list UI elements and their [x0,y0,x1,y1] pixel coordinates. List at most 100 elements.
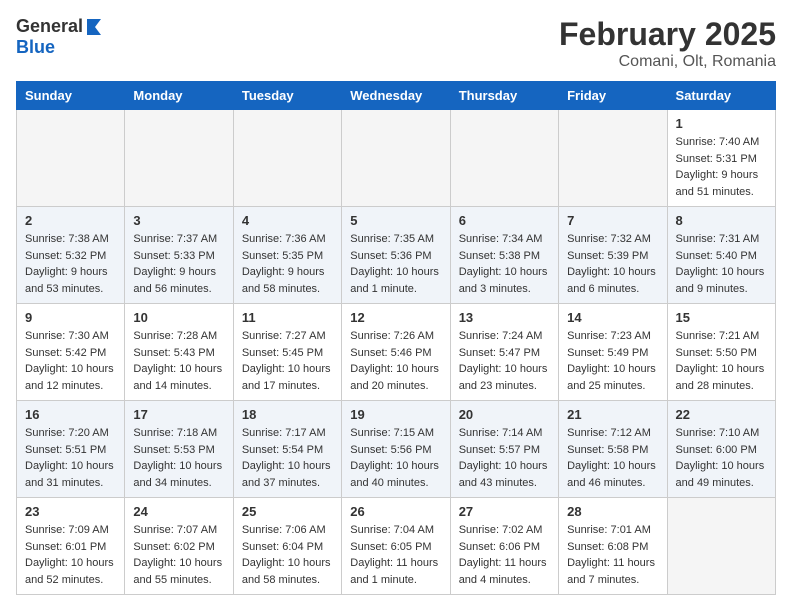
day-number: 10 [133,310,224,325]
calendar-week-3: 9 Sunrise: 7:30 AM Sunset: 5:42 PM Daylig… [17,304,776,401]
calendar-header-saturday: Saturday [667,82,775,110]
calendar-cell: 25 Sunrise: 7:06 AM Sunset: 6:04 PM Dayli… [233,498,341,595]
day-number: 1 [676,116,767,131]
day-info: Sunrise: 7:28 AM Sunset: 5:43 PM Dayligh… [133,328,224,394]
calendar-cell: 3 Sunrise: 7:37 AM Sunset: 5:33 PM Daylig… [125,207,233,304]
day-number: 9 [25,310,116,325]
day-number: 24 [133,504,224,519]
day-info: Sunrise: 7:01 AM Sunset: 6:08 PM Dayligh… [567,522,658,588]
calendar-cell: 23 Sunrise: 7:09 AM Sunset: 6:01 PM Dayli… [17,498,125,595]
calendar-cell: 22 Sunrise: 7:10 AM Sunset: 6:00 PM Dayli… [667,401,775,498]
day-info: Sunrise: 7:26 AM Sunset: 5:46 PM Dayligh… [350,328,441,394]
calendar-cell: 26 Sunrise: 7:04 AM Sunset: 6:05 PM Dayli… [342,498,450,595]
calendar-cell [233,110,341,207]
day-info: Sunrise: 7:37 AM Sunset: 5:33 PM Dayligh… [133,231,224,297]
calendar-cell: 8 Sunrise: 7:31 AM Sunset: 5:40 PM Daylig… [667,207,775,304]
day-number: 6 [459,213,550,228]
calendar-week-2: 2Sunrise: 7:38 AM Sunset: 5:32 PM Daylig… [17,207,776,304]
calendar-cell [559,110,667,207]
calendar-cell: 2Sunrise: 7:38 AM Sunset: 5:32 PM Daylig… [17,207,125,304]
logo: General Blue [16,16,103,58]
day-info: Sunrise: 7:18 AM Sunset: 5:53 PM Dayligh… [133,425,224,491]
day-info: Sunrise: 7:27 AM Sunset: 5:45 PM Dayligh… [242,328,333,394]
day-info: Sunrise: 7:17 AM Sunset: 5:54 PM Dayligh… [242,425,333,491]
day-number: 22 [676,407,767,422]
day-info: Sunrise: 7:32 AM Sunset: 5:39 PM Dayligh… [567,231,658,297]
calendar-cell: 28 Sunrise: 7:01 AM Sunset: 6:08 PM Dayli… [559,498,667,595]
day-number: 26 [350,504,441,519]
calendar-cell: 7 Sunrise: 7:32 AM Sunset: 5:39 PM Daylig… [559,207,667,304]
day-info: Sunrise: 7:34 AM Sunset: 5:38 PM Dayligh… [459,231,550,297]
logo-blue-text: Blue [16,37,55,58]
day-number: 3 [133,213,224,228]
day-info: Sunrise: 7:06 AM Sunset: 6:04 PM Dayligh… [242,522,333,588]
page-title: February 2025 [559,16,776,53]
day-number: 13 [459,310,550,325]
calendar-cell [125,110,233,207]
day-info: Sunrise: 7:31 AM Sunset: 5:40 PM Dayligh… [676,231,767,297]
day-number: 7 [567,213,658,228]
day-number: 25 [242,504,333,519]
day-info: Sunrise: 7:07 AM Sunset: 6:02 PM Dayligh… [133,522,224,588]
day-info: Sunrise: 7:12 AM Sunset: 5:58 PM Dayligh… [567,425,658,491]
calendar-header-monday: Monday [125,82,233,110]
title-area: February 2025 Comani, Olt, Romania [559,16,776,71]
day-number: 21 [567,407,658,422]
page-subtitle: Comani, Olt, Romania [559,53,776,71]
day-info: Sunrise: 7:14 AM Sunset: 5:57 PM Dayligh… [459,425,550,491]
calendar-header-thursday: Thursday [450,82,558,110]
calendar-cell [17,110,125,207]
day-info: Sunrise: 7:23 AM Sunset: 5:49 PM Dayligh… [567,328,658,394]
calendar-cell: 5 Sunrise: 7:35 AM Sunset: 5:36 PM Daylig… [342,207,450,304]
day-number: 2 [25,213,116,228]
calendar-week-1: 1 Sunrise: 7:40 AM Sunset: 5:31 PM Daylig… [17,110,776,207]
calendar-cell: 20 Sunrise: 7:14 AM Sunset: 5:57 PM Dayli… [450,401,558,498]
calendar-cell: 11 Sunrise: 7:27 AM Sunset: 5:45 PM Dayli… [233,304,341,401]
day-number: 8 [676,213,767,228]
day-info: Sunrise: 7:15 AM Sunset: 5:56 PM Dayligh… [350,425,441,491]
calendar-cell [667,498,775,595]
calendar-cell: 17 Sunrise: 7:18 AM Sunset: 5:53 PM Dayli… [125,401,233,498]
calendar-cell: 24 Sunrise: 7:07 AM Sunset: 6:02 PM Dayli… [125,498,233,595]
day-info: Sunrise: 7:04 AM Sunset: 6:05 PM Dayligh… [350,522,441,588]
logo-flag-icon [85,17,103,35]
calendar-header-row: SundayMondayTuesdayWednesdayThursdayFrid… [17,82,776,110]
day-number: 14 [567,310,658,325]
calendar-cell: 15Sunrise: 7:21 AM Sunset: 5:50 PM Dayli… [667,304,775,401]
day-info: Sunrise: 7:02 AM Sunset: 6:06 PM Dayligh… [459,522,550,588]
day-number: 11 [242,310,333,325]
day-number: 28 [567,504,658,519]
day-info: Sunrise: 7:10 AM Sunset: 6:00 PM Dayligh… [676,425,767,491]
calendar-cell: 21 Sunrise: 7:12 AM Sunset: 5:58 PM Dayli… [559,401,667,498]
day-info: Sunrise: 7:09 AM Sunset: 6:01 PM Dayligh… [25,522,116,588]
calendar-cell: 12 Sunrise: 7:26 AM Sunset: 5:46 PM Dayli… [342,304,450,401]
calendar-cell [450,110,558,207]
day-number: 17 [133,407,224,422]
calendar-header-tuesday: Tuesday [233,82,341,110]
day-info: Sunrise: 7:36 AM Sunset: 5:35 PM Dayligh… [242,231,333,297]
day-info: Sunrise: 7:24 AM Sunset: 5:47 PM Dayligh… [459,328,550,394]
day-number: 16 [25,407,116,422]
calendar-cell: 18Sunrise: 7:17 AM Sunset: 5:54 PM Dayli… [233,401,341,498]
calendar-cell [342,110,450,207]
day-number: 19 [350,407,441,422]
calendar-cell: 10 Sunrise: 7:28 AM Sunset: 5:43 PM Dayli… [125,304,233,401]
day-info: Sunrise: 7:40 AM Sunset: 5:31 PM Dayligh… [676,134,767,200]
calendar-cell: 4Sunrise: 7:36 AM Sunset: 5:35 PM Daylig… [233,207,341,304]
day-info: Sunrise: 7:21 AM Sunset: 5:50 PM Dayligh… [676,328,767,394]
calendar-cell: 19 Sunrise: 7:15 AM Sunset: 5:56 PM Dayli… [342,401,450,498]
calendar-cell: 1 Sunrise: 7:40 AM Sunset: 5:31 PM Daylig… [667,110,775,207]
calendar-week-5: 23 Sunrise: 7:09 AM Sunset: 6:01 PM Dayli… [17,498,776,595]
day-info: Sunrise: 7:35 AM Sunset: 5:36 PM Dayligh… [350,231,441,297]
calendar-cell: 16 Sunrise: 7:20 AM Sunset: 5:51 PM Dayli… [17,401,125,498]
day-number: 12 [350,310,441,325]
day-info: Sunrise: 7:30 AM Sunset: 5:42 PM Dayligh… [25,328,116,394]
calendar-header-wednesday: Wednesday [342,82,450,110]
calendar-cell: 14 Sunrise: 7:23 AM Sunset: 5:49 PM Dayli… [559,304,667,401]
day-number: 20 [459,407,550,422]
day-number: 5 [350,213,441,228]
day-info: Sunrise: 7:20 AM Sunset: 5:51 PM Dayligh… [25,425,116,491]
calendar-week-4: 16 Sunrise: 7:20 AM Sunset: 5:51 PM Dayli… [17,401,776,498]
calendar-header-friday: Friday [559,82,667,110]
day-number: 23 [25,504,116,519]
